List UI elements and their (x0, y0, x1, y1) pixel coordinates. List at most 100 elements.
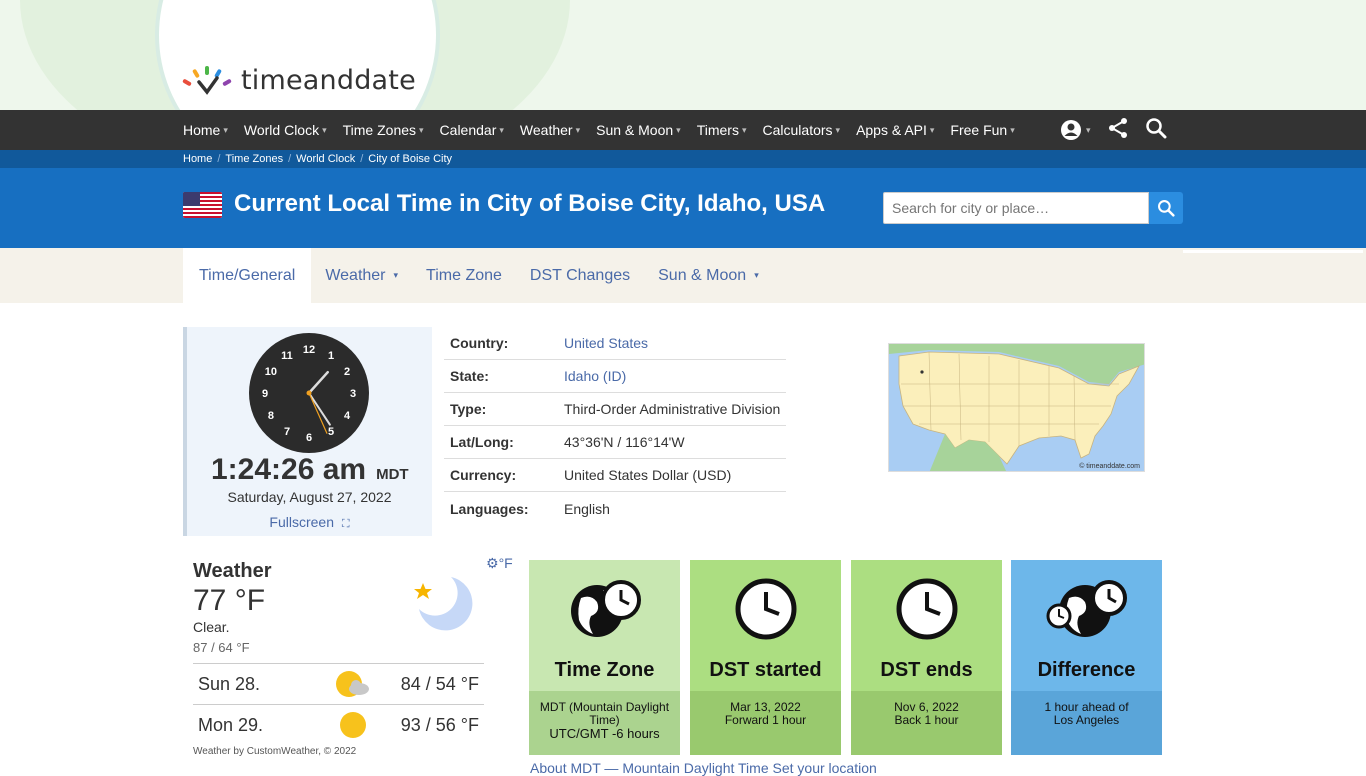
chevron-down-icon: ▾ (1010, 124, 1015, 135)
tab-time-general[interactable]: Time/General (183, 248, 312, 303)
current-time: 1:24:26 am (211, 453, 367, 486)
current-temperature: 77 °F (193, 584, 266, 617)
chevron-down-icon: ▾ (419, 124, 424, 135)
search-icon[interactable] (1145, 117, 1167, 144)
card-time-zone[interactable]: Time Zone MDT (Mountain Daylight Time) UTC/… (529, 560, 680, 755)
info-row: Currency: United States Dollar (USD) (444, 459, 786, 492)
clock-back-icon (896, 578, 958, 645)
card-title: DST started (709, 659, 822, 681)
breadcrumb-separator: / (217, 153, 221, 165)
us-flag-icon (183, 192, 222, 218)
weather-description: Clear. (193, 619, 230, 635)
clock-number: 9 (262, 388, 268, 400)
card-dst-ends[interactable]: DST ends Nov 6, 2022 Back 1 hour (851, 560, 1002, 755)
breadcrumb-separator: / (360, 153, 364, 165)
nav-item-home[interactable]: Home ▾ (183, 122, 228, 138)
chevron-down-icon: ▾ (575, 124, 581, 135)
search-button[interactable] (1149, 192, 1183, 224)
card-dst-started[interactable]: DST started Mar 13, 2022 Forward 1 hour (690, 560, 841, 755)
clock-number: 2 (344, 366, 350, 378)
clock-number: 7 (284, 426, 290, 438)
nav-item-world-clock[interactable]: World Clock ▾ (244, 122, 327, 138)
card-title: Time Zone (554, 659, 655, 681)
card-detail: UTC/GMT -6 hours (549, 726, 660, 741)
tab-time-zone[interactable]: Time Zone (412, 248, 516, 303)
info-row: Lat/Long: 43°36'N / 116°14'W (444, 426, 786, 459)
breadcrumb-item[interactable]: World Clock (296, 153, 355, 165)
nav-item-free-fun[interactable]: Free Fun ▾ (950, 122, 1014, 138)
info-row: Languages: English (444, 492, 786, 525)
forecast-day: Sun 28. (198, 673, 261, 694)
site-logo[interactable]: timeanddate (182, 64, 416, 96)
divider (1183, 250, 1363, 253)
partly-cloudy-icon (336, 671, 369, 697)
chevron-down-icon: ▾ (223, 124, 228, 135)
info-value: 43°36'N / 116°14'W (564, 434, 685, 450)
nav-item-weather[interactable]: Weather ▾ (520, 122, 580, 138)
fullscreen-link[interactable]: Fullscreen ⛶ (187, 514, 432, 531)
clock-number: 5 (328, 426, 334, 438)
weather-credit: Weather by CustomWeather, © 2022 (193, 746, 357, 757)
section-tabs: Time/General Weather ▾ Time Zone DST Changes… (0, 248, 1366, 303)
info-key: Languages: (450, 500, 529, 517)
search-input[interactable] (883, 192, 1149, 224)
info-key: State: (450, 368, 489, 384)
card-detail: Forward 1 hour (724, 713, 807, 727)
info-key: Country: (450, 335, 509, 351)
chevron-down-icon: ▾ (835, 124, 841, 135)
info-key: Currency: (450, 467, 517, 483)
page-title: Current Local Time in City of Boise City… (234, 190, 826, 217)
breadcrumb-item[interactable]: City of Boise City (368, 153, 452, 165)
info-key: Type: (450, 401, 487, 417)
info-value[interactable]: Idaho (ID) (564, 368, 626, 384)
fullscreen-icon: ⛶ (341, 518, 350, 530)
clock-number: 1 (328, 350, 334, 362)
info-row: Type: Third-Order Administrative Division (444, 393, 786, 426)
card-title: Difference (1037, 659, 1136, 681)
forecast-temps: 93 / 56 °F (400, 714, 479, 735)
chevron-down-icon: ▾ (322, 124, 327, 135)
clock-panel: 12 1 2 3 4 5 6 7 8 9 10 11 1:24:26 am MDT Saturday,… (183, 327, 432, 536)
nav-item-calculators[interactable]: Calculators ▾ (763, 122, 841, 138)
nav-item-calendar[interactable]: Calendar ▾ (440, 122, 504, 138)
info-value[interactable]: United States (564, 335, 648, 351)
time-difference-icon (1046, 580, 1127, 637)
forecast-row: Mon 29. 93 / 56 °F (193, 704, 484, 745)
info-row: State: Idaho (ID) (444, 360, 786, 393)
chevron-down-icon: ▾ (741, 124, 747, 135)
card-difference[interactable]: Difference 1 hour ahead of Los Angeles (1011, 560, 1162, 755)
clock-number: 8 (268, 410, 274, 422)
site-header: timeanddate (0, 0, 1366, 110)
below-cards-links[interactable]: About MDT — Mountain Daylight Time Set y… (530, 760, 877, 776)
map-credit: © timeanddate.com (1079, 463, 1140, 470)
breadcrumb-item[interactable]: Home (183, 153, 212, 165)
main-nav: Home ▾ World Clock ▾ Time Zones ▾ Calendar ▾ Wea… (0, 110, 1366, 150)
tab-dst-changes[interactable]: DST Changes (516, 248, 644, 303)
info-value: Third-Order Administrative Division (564, 401, 781, 417)
nav-item-timers[interactable]: Timers ▾ (697, 122, 747, 138)
chevron-down-icon: ▾ (754, 270, 759, 280)
gear-icon: ⚙ (486, 555, 499, 571)
info-value: United States Dollar (USD) (564, 467, 732, 483)
clock-number: 10 (265, 366, 277, 378)
temperature-range: 87 / 64 °F (193, 640, 250, 655)
clock-number: 6 (306, 432, 312, 444)
tab-weather[interactable]: Weather ▾ (311, 248, 412, 303)
nav-item-sun-moon[interactable]: Sun & Moon ▾ (596, 122, 681, 138)
clock-forward-icon (735, 578, 797, 645)
forecast-row: Sun 28. 84 / 54 °F (193, 663, 484, 704)
unit-settings-button[interactable]: ⚙°F (486, 555, 513, 572)
chevron-down-icon: ▾ (393, 270, 399, 280)
nav-item-apps-api[interactable]: Apps & API ▾ (856, 122, 934, 138)
breadcrumb-item[interactable]: Time Zones (225, 153, 283, 165)
location-map[interactable]: © timeanddate.com (888, 343, 1145, 472)
card-detail: Los Angeles (1053, 713, 1120, 727)
nav-item-time-zones[interactable]: Time Zones ▾ (343, 122, 424, 138)
tab-sun-moon[interactable]: Sun & Moon ▾ (644, 248, 773, 303)
info-row: Country: United States (444, 327, 786, 360)
card-title: DST ends (880, 659, 973, 681)
share-icon[interactable] (1107, 117, 1129, 144)
account-icon[interactable]: ▾ (1060, 119, 1091, 141)
logo-icon (182, 64, 235, 96)
info-value: English (564, 500, 610, 517)
